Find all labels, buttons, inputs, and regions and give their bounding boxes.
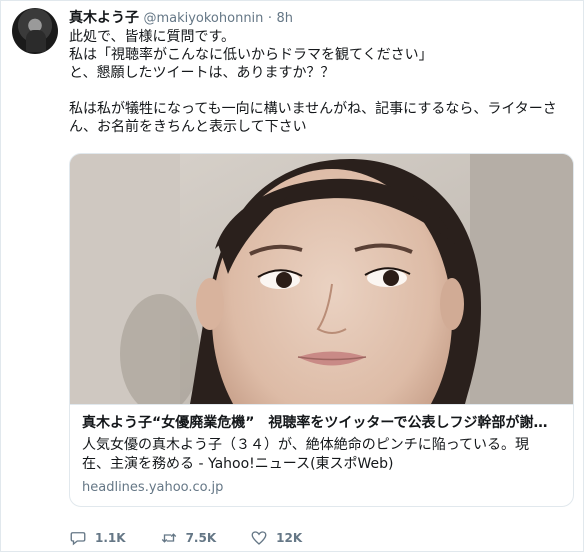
- retweet-count: 7.5K: [185, 531, 217, 545]
- author-handle[interactable]: @makiyokohonnin: [143, 11, 263, 26]
- link-card[interactable]: 真木よう子“女優廃業危機” 視聴率をツイッターで公表しフジ幹部が謝… 人気女優の…: [69, 153, 574, 507]
- timestamp[interactable]: 8h: [276, 11, 293, 26]
- reply-button[interactable]: 1.1K: [69, 529, 126, 547]
- card-description-line: 人気女優の真木よう子（３４）が、絶体絶命のピンチに陥っている。現: [82, 437, 530, 453]
- tweet-header: 真木よう子 @makiyokohonnin · 8h: [69, 9, 293, 28]
- reply-count: 1.1K: [95, 531, 126, 545]
- heart-icon: [251, 531, 267, 545]
- card-description-line: 在、主演を務める - Yahoo!ニュース(東スポWeb): [82, 456, 394, 472]
- tweet-line: 私は「視聴率がこんなに低いからドラマを観てください」: [69, 47, 433, 63]
- tweet-line: と、懇願したツイートは、ありますか？？: [69, 65, 335, 81]
- retweet-button[interactable]: 7.5K: [160, 529, 217, 547]
- like-count: 12K: [276, 531, 303, 545]
- card-image[interactable]: [70, 154, 573, 404]
- tweet-line: 此処で、皆様に質問です。: [69, 29, 236, 45]
- like-button[interactable]: 12K: [250, 529, 302, 547]
- card-title: 真木よう子“女優廃業危機” 視聴率をツイッターで公表しフジ幹部が謝…: [82, 415, 548, 431]
- portrait-photo: [70, 154, 573, 404]
- tweet-line: ん、お名前をきちんと表示して下さい: [69, 119, 307, 135]
- tweet-actions: 1.1K 7.5K 12K: [69, 528, 336, 548]
- author-name[interactable]: 真木よう子: [69, 10, 139, 26]
- retweet-icon: [161, 533, 176, 543]
- card-description: 人気女優の真木よう子（３４）が、絶体絶命のピンチに陥っている。現 在、主演を務め…: [82, 436, 561, 474]
- card-text[interactable]: 真木よう子“女優廃業危機” 視聴率をツイッターで公表しフジ幹部が謝… 人気女優の…: [70, 404, 573, 506]
- tweet-text: 此処で、皆様に質問です。 私は「視聴率がこんなに低いからドラマを観てください」 …: [69, 28, 574, 136]
- avatar[interactable]: [12, 8, 58, 54]
- card-domain: headlines.yahoo.co.jp: [82, 480, 224, 495]
- tweet-line: 私は私が犠牲になっても一向に構いませんがね、記事にするなら、ライターさ: [69, 101, 557, 117]
- separator: ·: [267, 11, 273, 26]
- reply-icon: [70, 532, 86, 546]
